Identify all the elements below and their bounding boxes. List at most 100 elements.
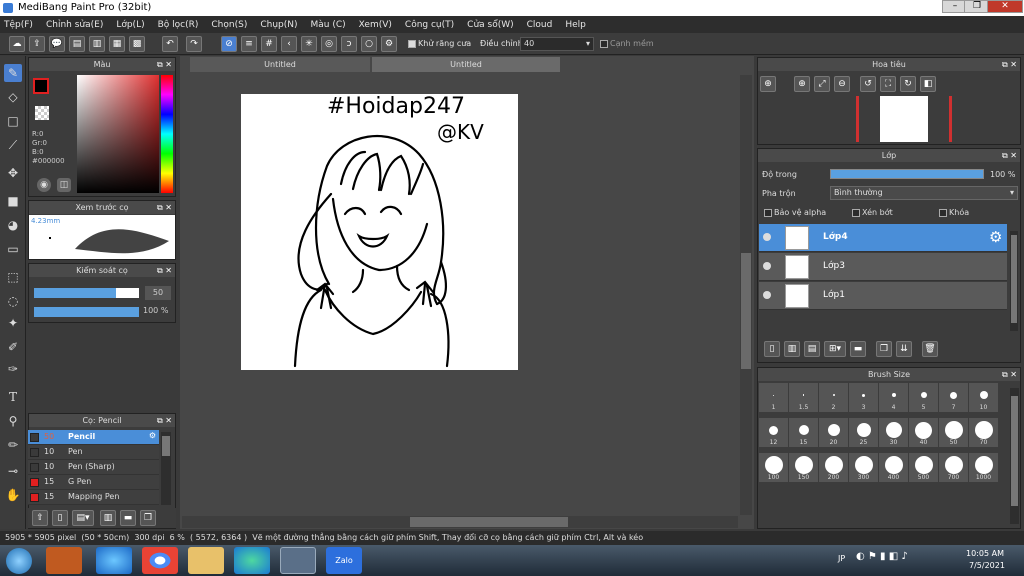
- palette-icon[interactable]: ◉: [37, 178, 51, 192]
- new-brush-icon[interactable]: ▯: [52, 510, 68, 526]
- file-explorer-icon[interactable]: [188, 547, 224, 574]
- menu-view[interactable]: Xem(V): [359, 20, 392, 30]
- radial-snap-icon[interactable]: ✳: [301, 36, 317, 52]
- perspective-snap-icon[interactable]: ‹: [281, 36, 297, 52]
- transparent-swatch[interactable]: [35, 106, 49, 120]
- antialias-checkbox[interactable]: Khử răng cưa: [408, 39, 471, 48]
- clipping-checkbox[interactable]: Xén bớt: [852, 208, 893, 217]
- circle-snap-icon[interactable]: ○: [361, 36, 377, 52]
- hand-tool-icon[interactable]: ✋: [4, 486, 22, 504]
- brush-size-cell[interactable]: 100: [759, 453, 788, 482]
- drawing-canvas[interactable]: #Hoidap247 @KV: [241, 94, 518, 370]
- brush-size-cell[interactable]: 10: [969, 383, 998, 412]
- brush-size-cell[interactable]: 2: [819, 383, 848, 412]
- menu-filter[interactable]: Bộ lọc(R): [158, 20, 199, 30]
- brush-size-cell[interactable]: 30: [879, 418, 908, 447]
- clock-date[interactable]: 7/5/2021: [969, 561, 1005, 570]
- brush-doc-icon[interactable]: ▥: [100, 510, 116, 526]
- panel-close-icon[interactable]: ⧉ ✕: [1002, 149, 1017, 162]
- medibang-taskbar-icon[interactable]: [280, 547, 316, 574]
- foreground-color-swatch[interactable]: [33, 78, 49, 94]
- menu-select[interactable]: Chọn(S): [211, 20, 247, 30]
- brush-size-cell[interactable]: 300: [849, 453, 878, 482]
- new-halftone-layer-icon[interactable]: ▥: [784, 341, 800, 357]
- brush-item[interactable]: 15 Mapping Pen: [28, 490, 159, 505]
- gradient-tool-icon[interactable]: ▭: [4, 240, 22, 258]
- lock-checkbox[interactable]: Khóa: [939, 208, 969, 217]
- layer-opacity-slider[interactable]: [830, 169, 984, 179]
- brush-size-cell[interactable]: 700: [939, 453, 968, 482]
- message-icon[interactable]: ▤: [69, 36, 85, 52]
- brush-item[interactable]: 10 Pen: [28, 445, 159, 460]
- settings-icon[interactable]: ⚙: [381, 36, 397, 52]
- eraser-tool-icon[interactable]: ◇: [4, 88, 22, 106]
- brush-item[interactable]: 15 G Pen: [28, 475, 159, 490]
- brush-size-cell[interactable]: 150: [789, 453, 818, 482]
- layer-row[interactable]: Lớp3: [759, 253, 1007, 281]
- panel-close-icon[interactable]: ⧉ ✕: [157, 414, 172, 427]
- clock-time[interactable]: 10:05 AM: [966, 549, 1004, 558]
- zalo-icon[interactable]: Zalo: [326, 547, 362, 574]
- zoom-out-icon[interactable]: ⊖: [834, 76, 850, 92]
- brush-size-cell[interactable]: 400: [879, 453, 908, 482]
- menu-window[interactable]: Cửa sổ(W): [467, 20, 513, 30]
- brush-item[interactable]: 10 Pen (Sharp): [28, 460, 159, 475]
- eyedropper-icon[interactable]: ⊸: [4, 462, 22, 480]
- panel-close-icon[interactable]: ⧉ ✕: [1002, 58, 1017, 71]
- menu-cloud[interactable]: Cloud: [527, 20, 553, 30]
- layer-list-scrollbar[interactable]: [1010, 231, 1018, 331]
- fill-rect-tool-icon[interactable]: ■: [4, 192, 22, 210]
- brush-size-cell[interactable]: 500: [909, 453, 938, 482]
- swap-colors-icon[interactable]: ◫: [57, 178, 71, 192]
- media-player-icon[interactable]: [46, 547, 82, 574]
- saturation-value-picker[interactable]: [77, 75, 159, 193]
- menu-snap[interactable]: Chụp(N): [260, 20, 297, 30]
- brush-size-cell[interactable]: 25: [849, 418, 878, 447]
- layer-row[interactable]: Lớp4 ⚙: [759, 224, 1007, 252]
- layer-folder-icon[interactable]: ▬: [850, 341, 866, 357]
- start-button[interactable]: [6, 548, 32, 574]
- brush-item[interactable]: 50 Pencil ⚙: [28, 430, 159, 445]
- hue-slider[interactable]: [161, 75, 173, 193]
- gear-icon[interactable]: ⚙: [989, 228, 1002, 246]
- internet-explorer-icon[interactable]: [96, 547, 132, 574]
- line-tool-icon[interactable]: ⟋: [4, 136, 22, 154]
- menu-help[interactable]: Help: [565, 20, 586, 30]
- protect-alpha-checkbox[interactable]: Bảo vệ alpha: [764, 208, 826, 217]
- copy-brush-icon[interactable]: ❐: [140, 510, 156, 526]
- gear-icon[interactable]: ⚙: [149, 431, 156, 440]
- brush-menu-icon[interactable]: ▤▾: [72, 510, 94, 526]
- panels-icon[interactable]: ▩: [129, 36, 145, 52]
- eye-icon[interactable]: [763, 291, 771, 299]
- lasso-tool-icon[interactable]: ◌: [4, 292, 22, 310]
- dropper-tool-icon[interactable]: ✏: [4, 436, 22, 454]
- flip-icon[interactable]: ◧: [920, 76, 936, 92]
- select-eraser-icon[interactable]: ✑: [4, 360, 22, 378]
- brush-size-cell[interactable]: 3: [849, 383, 878, 412]
- text-tool-icon[interactable]: T: [4, 388, 22, 406]
- brush-size-cell[interactable]: 20: [819, 418, 848, 447]
- tray-icons[interactable]: ◐ ⚑ ▮ ◧ ♪: [856, 551, 908, 562]
- parallel-snap-icon[interactable]: ≡: [241, 36, 257, 52]
- blend-mode-select[interactable]: Bình thường ▾: [830, 186, 1018, 200]
- tab-untitled-1[interactable]: Untitled: [190, 57, 370, 72]
- new-layer-icon[interactable]: ▯: [764, 341, 780, 357]
- no-snap-icon[interactable]: ⊘: [221, 36, 237, 52]
- operation-tool-icon[interactable]: ⚲: [4, 412, 22, 430]
- brush-size-value[interactable]: 50: [145, 286, 171, 300]
- correction-input[interactable]: 40 ▾: [520, 37, 594, 51]
- bucket-tool-icon[interactable]: ◕: [4, 216, 22, 234]
- close-button[interactable]: ✕: [987, 0, 1023, 13]
- brush-size-cell[interactable]: 15: [789, 418, 818, 447]
- menu-edit[interactable]: Chỉnh sửa(E): [46, 20, 103, 30]
- brush-size-scrollbar[interactable]: [1010, 388, 1019, 524]
- menu-file[interactable]: Tệp(F): [4, 20, 33, 30]
- share-icon[interactable]: ⇪: [29, 36, 45, 52]
- brush-opacity-slider[interactable]: [34, 307, 139, 317]
- panel-close-icon[interactable]: ⧉ ✕: [157, 58, 172, 71]
- rotate-left-icon[interactable]: ↺: [860, 76, 876, 92]
- eye-icon[interactable]: [763, 262, 771, 270]
- add-layer-menu-icon[interactable]: ⊞▾: [824, 341, 846, 357]
- folder-icon[interactable]: ▬: [120, 510, 136, 526]
- delete-layer-icon[interactable]: 🗑: [922, 341, 938, 357]
